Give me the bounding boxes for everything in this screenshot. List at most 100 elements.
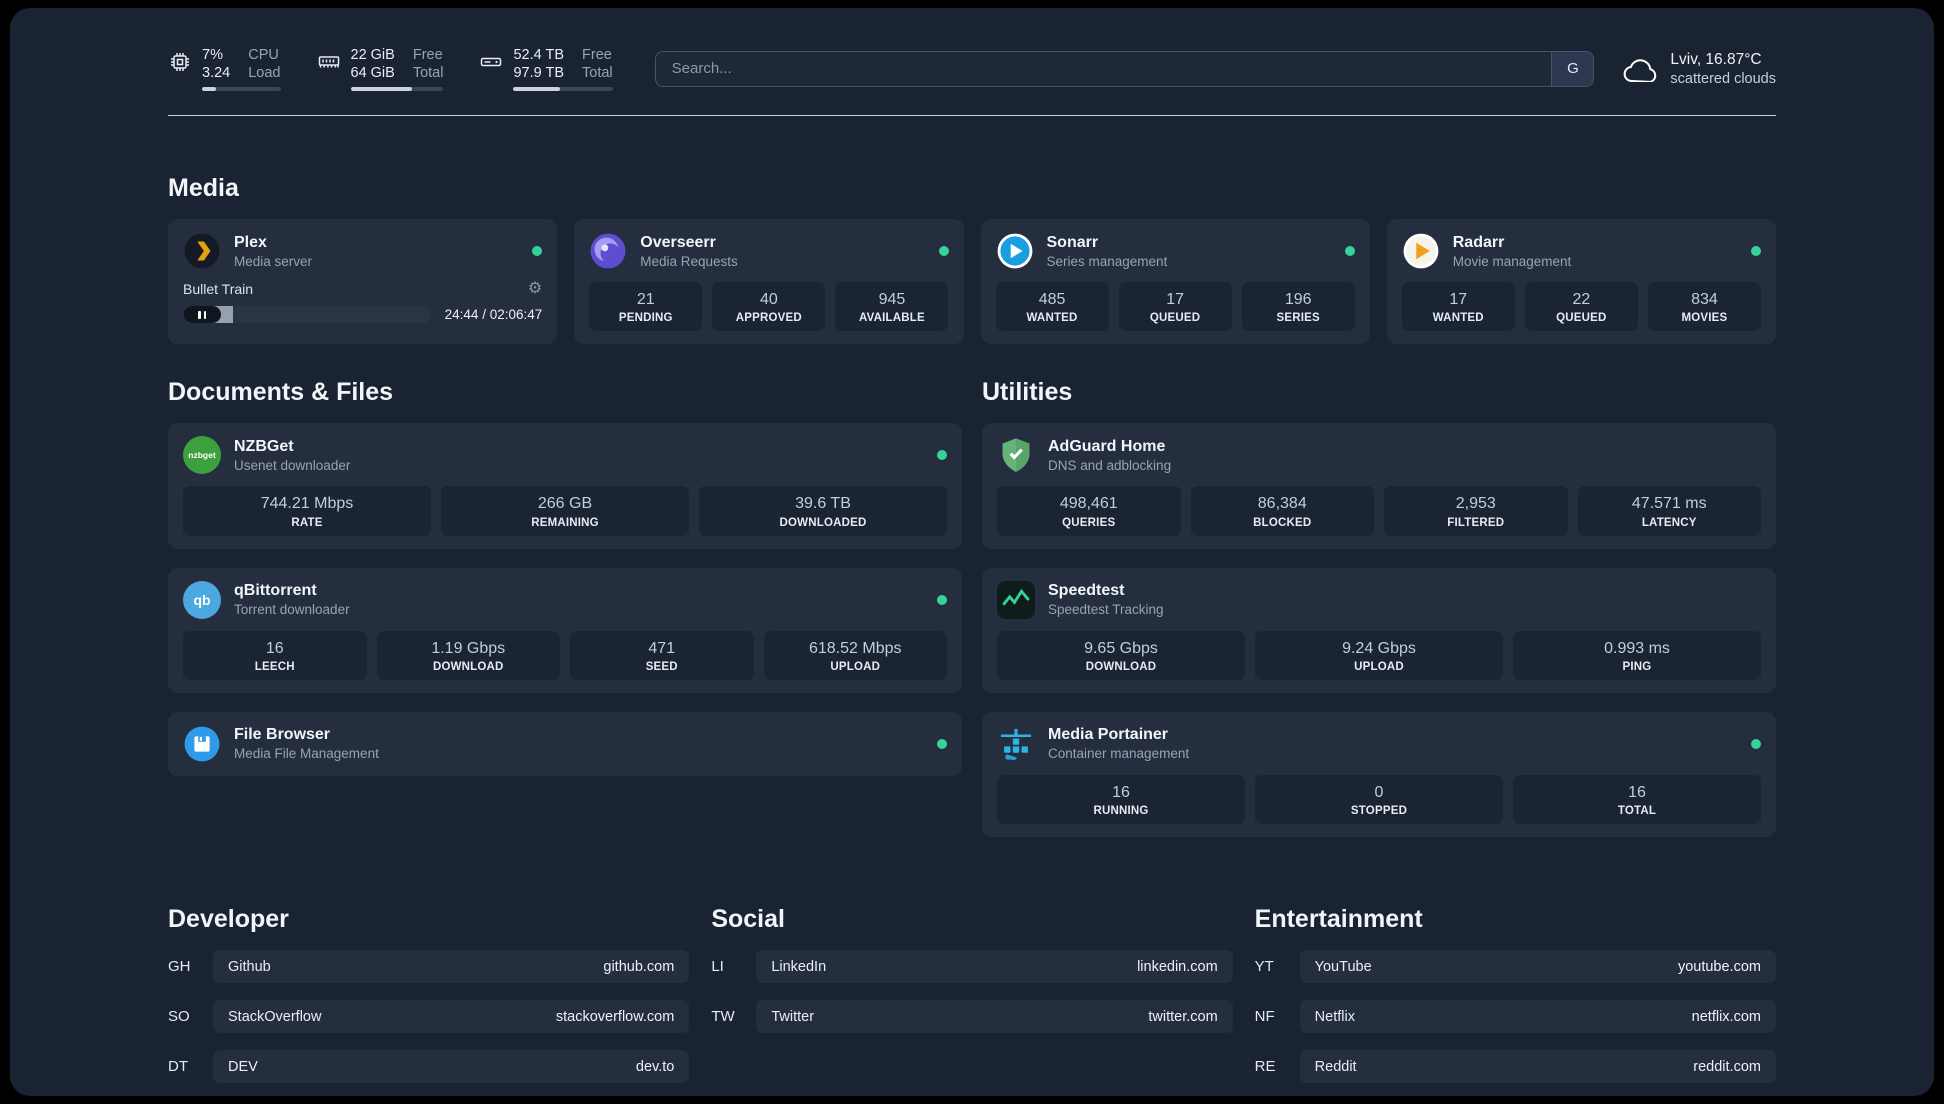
stat-value: 9.24 Gbps <box>1342 639 1416 657</box>
disk-meter <box>513 87 613 92</box>
bookmark-link-dev[interactable]: DEV dev.to <box>213 1050 690 1083</box>
service-name: Radarr <box>1452 233 1505 251</box>
plex-icon <box>183 232 221 270</box>
service-card-plex[interactable]: Plex Media server Bullet Train ⚙ 24:44 /… <box>168 219 558 345</box>
stat-label: RUNNING <box>1093 805 1149 817</box>
service-card-sonarr[interactable]: Sonarr Series management 485 WANTED 17 Q… <box>980 219 1370 345</box>
portainer-icon <box>997 725 1035 763</box>
service-name: AdGuard Home <box>1048 437 1166 455</box>
service-desc: Media Requests <box>640 253 738 269</box>
stat-label: TOTAL <box>1617 805 1657 817</box>
settings-gear-icon[interactable]: ⚙ <box>528 281 542 297</box>
stat-value: 16 <box>265 639 284 657</box>
cloud-icon <box>1624 58 1657 82</box>
cpu-widget: 7% 3.24 CPU Load <box>168 46 281 92</box>
speedtest-icon <box>997 580 1035 619</box>
weather-widget: Lviv, 16.87°C scattered clouds <box>1622 51 1776 87</box>
bookmark-row: SO StackOverflow stackoverflow.com <box>168 1000 690 1033</box>
service-desc: Movie management <box>1452 253 1572 269</box>
disk-icon <box>481 57 502 67</box>
service-name: Media Portainer <box>1048 726 1169 744</box>
cpu-load-value: 3.24 <box>202 65 231 82</box>
service-desc: Media File Management <box>234 746 379 762</box>
stat-label: UPLOAD <box>1354 660 1404 673</box>
stat-label: STOPPED <box>1350 805 1408 817</box>
status-dot <box>937 450 947 461</box>
topbar-divider <box>168 115 1776 117</box>
service-name: NZBGet <box>234 437 294 455</box>
section-title-entertainment: Entertainment <box>1254 905 1423 933</box>
bookmark-url: reddit.com <box>1693 1058 1761 1075</box>
service-card-nzbget[interactable]: nzbget NZBGet Usenet downloader 744.21 M… <box>168 423 962 549</box>
disk-free-value: 52.4 TB <box>513 47 565 63</box>
section-title-developer: Developer <box>168 905 289 933</box>
stat-tile: 47.571 ms LATENCY <box>1577 486 1761 536</box>
bookmark-url: twitter.com <box>1148 1008 1218 1025</box>
top-bar: 7% 3.24 CPU Load 22 GiB 64 GiB Free Tota… <box>168 46 1776 92</box>
service-card-speedtest[interactable]: Speedtest Speedtest Tracking 9.65 Gbps D… <box>982 567 1776 693</box>
bookmark-url: stackoverflow.com <box>555 1008 675 1025</box>
section-title-documents: Documents & Files <box>168 378 394 407</box>
stat-label: RATE <box>291 516 323 529</box>
adguard-icon <box>997 436 1035 474</box>
service-card-adguard[interactable]: AdGuard Home DNS and adblocking 498,461 … <box>982 423 1776 549</box>
stat-value: 1.19 Gbps <box>431 639 506 657</box>
stat-label: DOWNLOAD <box>432 660 504 673</box>
memory-total-value: 64 GiB <box>350 65 395 82</box>
bookmark-link-youtube[interactable]: YouTube youtube.com <box>1299 950 1776 983</box>
stat-label: APPROVED <box>735 312 802 325</box>
bookmark-link-netflix[interactable]: Netflix netflix.com <box>1299 1000 1776 1033</box>
bookmark-abbr: LI <box>711 958 724 975</box>
cpu-percent: 7% <box>202 47 223 63</box>
memory-total-label: Total <box>412 65 444 82</box>
dashboard-panel: 7% 3.24 CPU Load 22 GiB 64 GiB Free Tota… <box>10 8 1934 1096</box>
bookmark-row: DT DEV dev.to <box>168 1050 690 1083</box>
bookmark-abbr: NF <box>1254 1008 1275 1025</box>
search-provider-button[interactable]: G <box>1551 51 1594 86</box>
bookmark-row: GH Github github.com <box>168 950 690 983</box>
bookmark-link-linkedin[interactable]: LinkedIn linkedin.com <box>756 950 1233 983</box>
search-input[interactable] <box>654 50 1595 87</box>
stat-tile: 618.52 Mbps UPLOAD <box>763 630 947 680</box>
cpu-load-label: Load <box>248 65 281 82</box>
bookmark-name: DEV <box>228 1058 258 1075</box>
bookmark-abbr: GH <box>168 958 191 975</box>
service-card-qbittorrent[interactable]: qb qBittorrent Torrent downloader 16 LEE… <box>168 567 962 693</box>
service-card-overseerr[interactable]: Overseerr Media Requests 21 PENDING 40 A… <box>574 219 964 345</box>
stat-label: QUEUED <box>1556 312 1607 325</box>
stat-value: 9.65 Gbps <box>1084 639 1158 657</box>
bookmark-abbr: SO <box>168 1008 190 1025</box>
service-card-filebrowser[interactable]: File Browser Media File Management <box>168 711 962 776</box>
service-card-radarr[interactable]: Radarr Movie management 17 WANTED 22 QUE… <box>1386 219 1776 345</box>
bookmark-url: netflix.com <box>1691 1008 1761 1025</box>
stat-label: MOVIES <box>1681 312 1728 325</box>
service-name: Speedtest <box>1048 581 1125 599</box>
radarr-icon <box>1402 232 1440 270</box>
bookmark-url: dev.to <box>635 1058 675 1075</box>
stat-tile: 471 SEED <box>570 630 754 680</box>
bookmark-link-reddit[interactable]: Reddit reddit.com <box>1299 1050 1776 1083</box>
filebrowser-icon <box>183 725 221 763</box>
bookmark-name: YouTube <box>1314 958 1372 975</box>
bookmark-link-twitter[interactable]: Twitter twitter.com <box>756 1000 1233 1033</box>
stat-tile: 17 WANTED <box>1401 282 1515 332</box>
service-name: Sonarr <box>1046 233 1099 251</box>
bookmark-link-stackoverflow[interactable]: StackOverflow stackoverflow.com <box>213 1000 690 1033</box>
section-middle: Documents & Files nzbget NZBGet Usenet d… <box>168 378 1776 837</box>
sonarr-icon <box>996 232 1034 270</box>
status-dot <box>532 246 543 257</box>
stat-tile: 21 PENDING <box>589 282 703 332</box>
memory-meter <box>350 87 444 92</box>
bookmark-link-github[interactable]: Github github.com <box>213 950 690 983</box>
status-dot <box>937 738 947 749</box>
stat-value: 618.52 Mbps <box>808 639 902 657</box>
status-dot <box>937 594 947 605</box>
bookmark-name: LinkedIn <box>771 958 827 975</box>
service-card-portainer[interactable]: Media Portainer Container management 16 … <box>982 711 1776 837</box>
stat-label: LATENCY <box>1641 516 1697 529</box>
stat-tile: 16 LEECH <box>183 630 367 680</box>
bookmark-name: StackOverflow <box>228 1008 322 1025</box>
app-window: 7% 3.24 CPU Load 22 GiB 64 GiB Free Tota… <box>0 0 1944 1104</box>
pause-button[interactable] <box>183 306 221 324</box>
bookmark-name: Netflix <box>1314 1008 1355 1025</box>
